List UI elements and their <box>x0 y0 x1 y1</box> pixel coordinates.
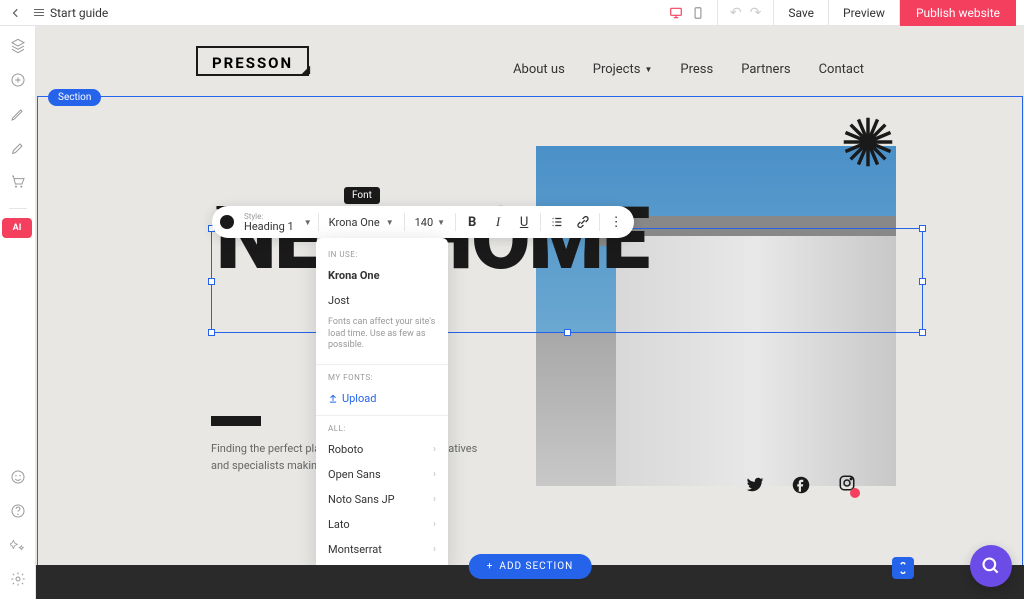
nav-projects[interactable]: Projects▼ <box>593 62 653 77</box>
canvas: PRESSON About us Projects▼ Press Partner… <box>36 26 1024 599</box>
bold-button[interactable]: B <box>462 212 482 232</box>
resize-handle-e[interactable] <box>919 278 926 285</box>
topbar-left: Start guide <box>8 5 108 21</box>
nav-about[interactable]: About us <box>513 62 565 77</box>
site-logo[interactable]: PRESSON <box>196 46 309 76</box>
preview-button[interactable]: Preview <box>829 0 900 26</box>
social-bar <box>746 474 856 496</box>
text-toolbar: Style: Heading 1 ▼ Krona One ▼ 140 ▼ B I… <box>212 206 634 238</box>
color-picker[interactable] <box>220 215 234 229</box>
help-fab[interactable] <box>970 545 1012 587</box>
font-option-lato[interactable]: Lato› <box>316 512 448 537</box>
all-label: ALL: <box>316 420 448 437</box>
separator <box>599 213 600 231</box>
chevron-down-icon: ▼ <box>437 218 445 227</box>
search-icon <box>981 556 1001 576</box>
font-option-notosans[interactable]: Noto Sans JP› <box>316 487 448 512</box>
upload-icon <box>328 394 338 404</box>
desktop-icon[interactable] <box>669 6 683 20</box>
resize-handle-w[interactable] <box>208 278 215 285</box>
nav-press[interactable]: Press <box>680 62 713 77</box>
topbar-right: ↶ ↷ Save Preview Publish website <box>657 0 1016 26</box>
mobile-icon[interactable] <box>691 6 705 20</box>
separator <box>318 213 319 231</box>
start-guide-label: Start guide <box>50 6 108 20</box>
italic-button[interactable]: I <box>488 212 508 232</box>
plus-icon: + <box>487 561 494 572</box>
cart-icon[interactable] <box>10 174 26 190</box>
instagram-icon-wrapper[interactable] <box>838 474 856 496</box>
chevron-right-icon: › <box>433 494 436 505</box>
resize-handle-se[interactable] <box>919 329 926 336</box>
starburst-decoration <box>842 116 894 168</box>
layers-icon[interactable] <box>10 38 26 54</box>
separator <box>455 213 456 231</box>
font-option-montserrat[interactable]: Montserrat› <box>316 537 448 562</box>
site-nav: About us Projects▼ Press Partners Contac… <box>513 62 864 77</box>
font-option-roboto[interactable]: Roboto› <box>316 437 448 462</box>
chevron-down-icon: ▼ <box>386 218 394 227</box>
help-icon[interactable] <box>10 503 26 519</box>
chevron-right-icon: › <box>433 469 436 480</box>
device-toggle <box>657 0 718 26</box>
publish-button[interactable]: Publish website <box>900 0 1016 26</box>
top-bar: Start guide ↶ ↷ Save Preview Publish web… <box>0 0 1024 26</box>
in-use-label: IN USE: <box>316 246 448 263</box>
separator <box>540 213 541 231</box>
nav-partners[interactable]: Partners <box>741 62 790 77</box>
chevron-right-icon: › <box>433 444 436 455</box>
nav-contact[interactable]: Contact <box>819 62 864 77</box>
divider <box>316 415 448 416</box>
resize-handle-s[interactable] <box>564 329 571 336</box>
emoji-icon[interactable] <box>10 469 26 485</box>
chevron-right-icon: › <box>433 544 436 555</box>
instagram-icon <box>838 474 856 492</box>
font-option-jost[interactable]: Jost <box>316 288 448 313</box>
reorder-button[interactable] <box>892 557 914 579</box>
left-sidebar <box>0 26 36 599</box>
redo-button[interactable]: ↷ <box>750 5 762 21</box>
list-button[interactable] <box>547 212 567 232</box>
pen-icon[interactable] <box>10 106 26 122</box>
add-element-icon[interactable] <box>10 72 26 88</box>
font-select[interactable]: Krona One ▼ <box>325 216 398 229</box>
separator <box>404 213 405 231</box>
undo-button[interactable]: ↶ <box>730 5 742 21</box>
settings-icon[interactable] <box>10 571 26 587</box>
brush-icon[interactable] <box>10 140 26 156</box>
list-icon <box>34 9 44 16</box>
upload-font-button[interactable]: Upload <box>316 386 448 411</box>
page-content: PRESSON About us Projects▼ Press Partner… <box>36 26 1024 96</box>
accent-bar <box>211 416 261 426</box>
chevron-right-icon: › <box>433 519 436 530</box>
underline-button[interactable]: U <box>514 212 534 232</box>
chevron-down-icon: ▼ <box>304 218 312 227</box>
divider <box>316 364 448 365</box>
font-option-krona[interactable]: Krona One <box>316 263 448 288</box>
add-section-button[interactable]: + ADD SECTION <box>469 554 592 579</box>
size-select[interactable]: 140 ▼ <box>411 216 449 229</box>
ai-badge[interactable]: AI <box>2 218 32 238</box>
resize-handle-sw[interactable] <box>208 329 215 336</box>
chevron-down-icon: ▼ <box>644 65 652 74</box>
font-option-opensans[interactable]: Open Sans› <box>316 462 448 487</box>
back-button[interactable] <box>8 5 24 21</box>
divider <box>9 208 27 209</box>
history-buttons: ↶ ↷ <box>718 0 774 26</box>
my-fonts-label: MY FONTS: <box>316 369 448 386</box>
font-dropdown: IN USE: Krona One Jost Fonts can affect … <box>316 238 448 570</box>
start-guide-button[interactable]: Start guide <box>34 6 108 20</box>
style-select[interactable]: Style: Heading 1 <box>240 213 298 232</box>
magic-icon[interactable] <box>10 537 26 553</box>
more-button[interactable]: ⋮ <box>606 212 626 232</box>
twitter-icon[interactable] <box>746 476 764 494</box>
font-tooltip: Font <box>344 187 380 204</box>
section-badge[interactable]: Section <box>48 89 101 106</box>
font-hint: Fonts can affect your site's load time. … <box>316 313 448 360</box>
facebook-icon[interactable] <box>792 476 810 494</box>
resize-handle-ne[interactable] <box>919 225 926 232</box>
link-button[interactable] <box>573 212 593 232</box>
save-button[interactable]: Save <box>774 0 829 26</box>
